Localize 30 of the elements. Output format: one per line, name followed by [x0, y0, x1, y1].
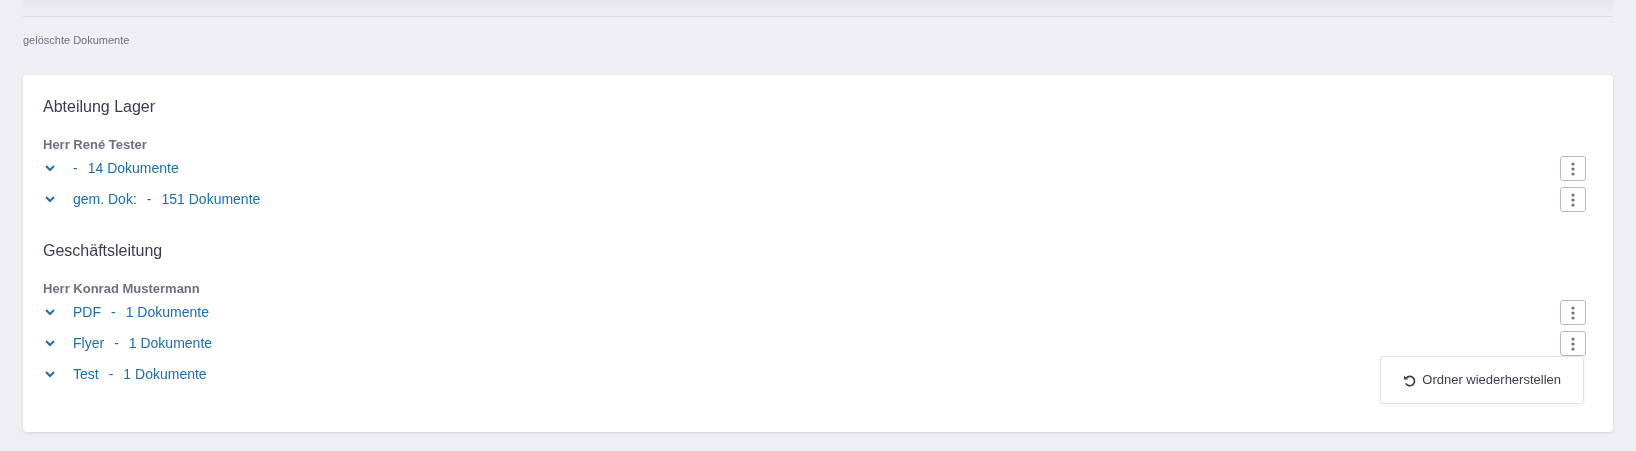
document-count[interactable]: 151 Dokumente — [161, 189, 261, 210]
separator: - — [146, 190, 152, 209]
chevron-down-icon[interactable] — [45, 340, 55, 347]
document-count[interactable]: 1 Dokumente — [125, 302, 209, 323]
more-vertical-icon — [1571, 336, 1575, 351]
chevron-down-icon[interactable] — [45, 371, 55, 378]
person-name: Herr René Tester — [43, 137, 147, 153]
separator: - — [73, 159, 78, 178]
document-count[interactable]: 1 Dokumente — [123, 364, 207, 385]
person-name: Herr Konrad Mustermann — [43, 281, 200, 297]
chevron-down-icon[interactable] — [45, 165, 55, 172]
restore-folder-menu-item[interactable]: Ordner wiederherstellen — [1381, 361, 1583, 399]
chevron-down-icon[interactable] — [45, 196, 55, 203]
chevron-down-icon[interactable] — [45, 309, 55, 316]
undo-icon — [1403, 373, 1417, 387]
more-vertical-icon — [1571, 192, 1575, 207]
document-count[interactable]: 14 Dokumente — [87, 158, 179, 179]
separator: - — [108, 365, 114, 384]
folder-name[interactable]: PDF — [73, 302, 101, 323]
separator: - — [114, 334, 119, 353]
folder-name[interactable]: Test — [73, 364, 99, 385]
folder-name[interactable]: gem. Dok: — [73, 189, 137, 210]
section-heading: Geschäftsleitung — [43, 241, 163, 261]
more-vertical-icon — [1571, 161, 1575, 176]
section-heading: Abteilung Lager — [43, 97, 156, 117]
breadcrumb: gelöschte Dokumente — [23, 34, 130, 46]
more-vertical-icon — [1571, 305, 1575, 320]
document-count[interactable]: 1 Dokumente — [128, 333, 213, 354]
folder-name[interactable]: Flyer — [73, 333, 105, 354]
separator: - — [111, 303, 116, 322]
